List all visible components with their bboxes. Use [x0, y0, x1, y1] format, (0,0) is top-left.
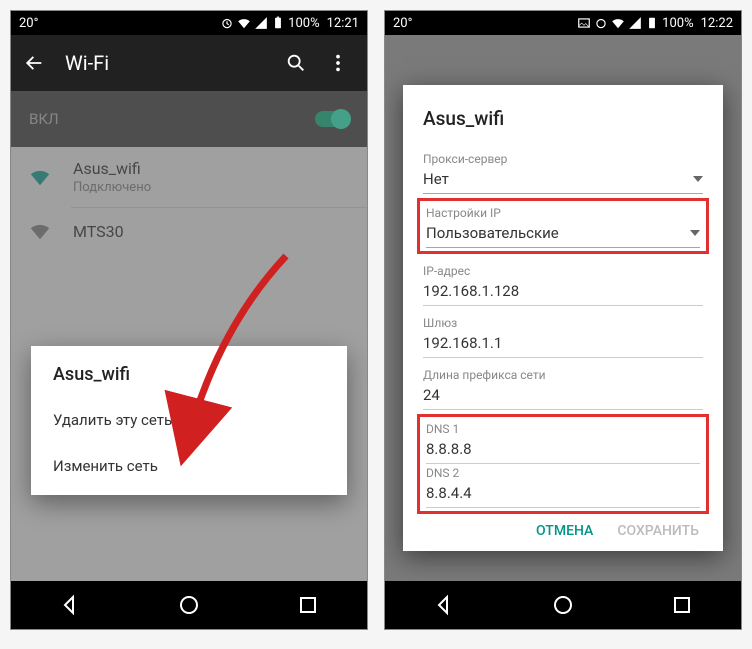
chevron-down-icon	[693, 176, 703, 182]
nav-home-icon[interactable]	[177, 593, 201, 617]
status-time: 12:21	[327, 16, 359, 31]
dns1-label: DNS 1	[426, 422, 700, 436]
status-temp: 20°	[19, 16, 38, 31]
context-menu-title: Asus_wifi	[31, 364, 347, 397]
save-button[interactable]: СОХРАНИТЬ	[617, 523, 699, 539]
nav-back-icon[interactable]	[432, 593, 456, 617]
network-dialog: Asus_wifi Прокси-сервер Нет Настройки IP…	[403, 85, 723, 551]
nav-recent-icon[interactable]	[670, 593, 694, 617]
dns1-input[interactable]: 8.8.8.8	[426, 436, 700, 464]
image-icon	[577, 16, 591, 30]
network-name: Asus_wifi	[73, 159, 151, 178]
status-battery: 100%	[662, 16, 693, 31]
status-temp: 20°	[393, 16, 412, 31]
ip-address-label: IP-адрес	[423, 264, 703, 278]
ip-settings-select[interactable]: Пользовательские	[426, 220, 700, 248]
cancel-button[interactable]: ОТМЕНА	[536, 523, 593, 539]
wifi-toggle-row: ВКЛ	[11, 91, 367, 147]
proxy-label: Прокси-сервер	[423, 152, 703, 166]
status-time: 12:22	[701, 16, 733, 31]
battery-icon	[645, 16, 659, 30]
status-battery: 100%	[288, 16, 319, 31]
wifi-icon	[237, 16, 251, 30]
nav-recent-icon[interactable]	[296, 593, 320, 617]
nav-bar	[11, 581, 367, 629]
network-status: Подключено	[73, 180, 151, 195]
ip-settings-label: Настройки IP	[426, 206, 700, 220]
battery-icon	[271, 16, 285, 30]
network-name: MTS30	[73, 222, 124, 241]
wifi-lock-icon	[29, 220, 51, 242]
signal-icon	[254, 16, 268, 30]
back-icon[interactable]	[23, 52, 45, 74]
dialog-title: Asus_wifi	[423, 107, 703, 130]
alarm-icon	[594, 16, 608, 30]
nav-bar	[385, 581, 741, 629]
more-icon[interactable]	[327, 52, 349, 74]
forget-network-item[interactable]: Удалить эту сеть	[31, 397, 347, 443]
gateway-label: Шлюз	[423, 316, 703, 330]
status-bar: 20° 100% 12:21	[11, 11, 367, 35]
nav-back-icon[interactable]	[58, 593, 82, 617]
network-row[interactable]: Asus_wifi Подключено	[11, 147, 367, 207]
search-icon[interactable]	[285, 52, 307, 74]
alarm-icon	[220, 16, 234, 30]
context-menu: Asus_wifi Удалить эту сеть Изменить сеть	[31, 346, 347, 495]
dns2-label: DNS 2	[426, 466, 700, 480]
phone-right: 20° 100% 12:22 Asus_wifi Прокси-сервер Н…	[384, 10, 742, 630]
dns2-input[interactable]: 8.8.4.4	[426, 480, 700, 508]
wifi-strength-icon	[29, 166, 51, 188]
ip-address-input[interactable]: 192.168.1.128	[423, 278, 703, 306]
phone-left: 20° 100% 12:21 Wi-Fi ВКЛ Asus_wifi Подкл…	[10, 10, 368, 630]
prefix-input[interactable]: 24	[423, 382, 703, 410]
toggle-label: ВКЛ	[29, 110, 59, 128]
nav-home-icon[interactable]	[551, 593, 575, 617]
status-bar: 20° 100% 12:22	[385, 11, 741, 35]
prefix-label: Длина префикса сети	[423, 368, 703, 382]
page-title: Wi-Fi	[65, 51, 285, 75]
signal-icon	[628, 16, 642, 30]
wifi-switch[interactable]	[315, 111, 349, 127]
wifi-icon	[611, 16, 625, 30]
app-bar: Wi-Fi	[11, 35, 367, 91]
gateway-input[interactable]: 192.168.1.1	[423, 330, 703, 358]
proxy-select[interactable]: Нет	[423, 166, 703, 194]
highlight-ip-settings: Настройки IP Пользовательские	[417, 198, 709, 254]
modify-network-item[interactable]: Изменить сеть	[31, 443, 347, 489]
network-row[interactable]: MTS30	[11, 208, 367, 254]
highlight-dns: DNS 1 8.8.8.8 DNS 2 8.8.4.4	[417, 414, 709, 514]
chevron-down-icon	[690, 230, 700, 236]
